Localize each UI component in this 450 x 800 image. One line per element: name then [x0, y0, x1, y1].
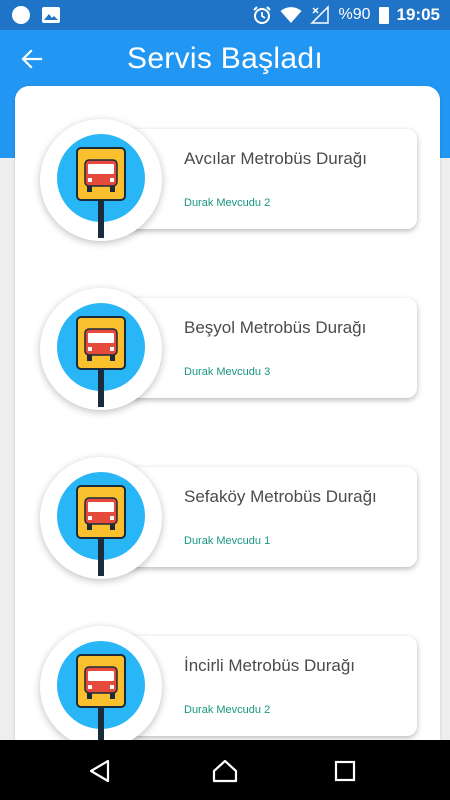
image-icon [42, 7, 60, 23]
status-left-icons [12, 6, 60, 24]
no-signal-icon [310, 5, 330, 24]
bus-stop-icon [57, 472, 145, 576]
stop-name: Avcılar Metrobüs Durağı [184, 149, 367, 168]
bus-stop-icon [57, 641, 145, 740]
stop-list: Avcılar Metrobüs Durağı Durak Mevcudu 2 … [15, 86, 440, 740]
bus-stop-icon [57, 303, 145, 407]
stop-status: Durak Mevcudu 3 [184, 366, 271, 378]
list-item[interactable]: İncirli Metrobüs Durağı Durak Mevcudu 2 [15, 626, 440, 740]
alarm-icon [253, 6, 272, 24]
bus-stop-icon-wrap [40, 288, 162, 410]
notification-dot-icon [12, 6, 30, 24]
wifi-icon [280, 7, 302, 23]
status-right: %90 19:05 [252, 5, 440, 25]
clock: 19:05 [396, 5, 440, 24]
list-item[interactable]: Sefaköy Metrobüs Durağı Durak Mevcudu 1 [15, 457, 440, 587]
bus-stop-icon [57, 134, 145, 238]
stop-status: Durak Mevcudu 2 [184, 197, 271, 209]
bus-stop-icon-wrap [40, 626, 162, 740]
nav-back-button[interactable] [85, 756, 115, 786]
bus-stop-icon-wrap [40, 119, 162, 241]
bus-stop-icon-wrap [40, 457, 162, 579]
list-item[interactable]: Avcılar Metrobüs Durağı Durak Mevcudu 2 [15, 119, 440, 249]
back-triangle-icon [89, 759, 110, 783]
stop-name: Sefaköy Metrobüs Durağı [184, 487, 377, 506]
list-item[interactable]: Beşyol Metrobüs Durağı Durak Mevcudu 3 [15, 288, 440, 418]
stop-status: Durak Mevcudu 2 [184, 704, 271, 716]
battery-percent: %90 [338, 6, 371, 23]
home-icon [212, 759, 238, 783]
nav-home-button[interactable] [210, 756, 240, 786]
battery-icon [378, 6, 389, 24]
system-nav-bar [0, 740, 450, 800]
recents-square-icon [334, 760, 356, 782]
page-title: Servis Başladı [127, 42, 323, 75]
nav-recents-button[interactable] [330, 756, 360, 786]
stop-name: İncirli Metrobüs Durağı [184, 656, 356, 675]
status-bar: %90 19:05 [0, 0, 450, 30]
stop-name: Beşyol Metrobüs Durağı [184, 318, 367, 337]
stop-status: Durak Mevcudu 1 [184, 535, 271, 547]
